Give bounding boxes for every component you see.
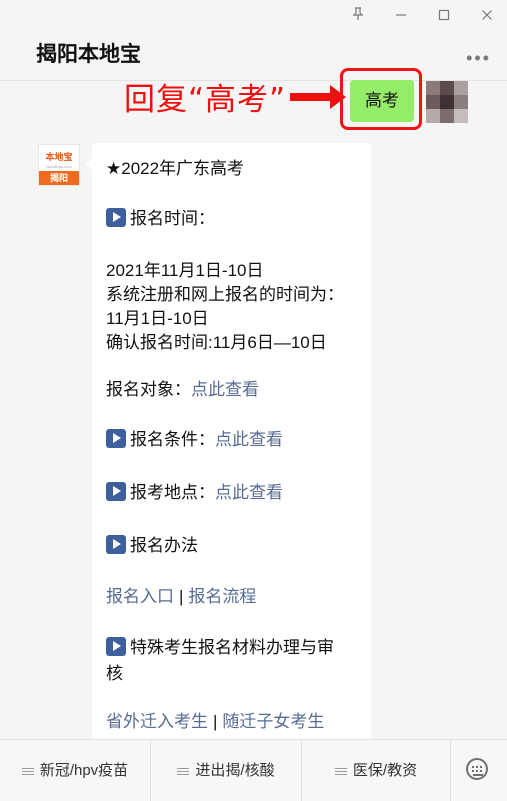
play-icon [106,535,126,554]
special-row: 特殊考生报名材料办理与审 [106,633,334,658]
method-row: 报名办法 [106,531,198,556]
message-title: ★2022年广东高考 [106,159,245,178]
menu-item-vaccine[interactable]: 新冠/hpv疫苗 [0,740,150,801]
minimize-icon[interactable] [390,6,412,28]
title-bar: 揭阳本地宝 ••• [0,0,507,80]
link-divider: | [213,712,218,731]
menu-list-icon [177,766,190,777]
play-icon [106,208,126,227]
flow-link[interactable]: 报名流程 [188,587,256,606]
children-link[interactable]: 随迁子女考生 [222,712,324,731]
reply-instruction-annotation: 回复“高考” [124,82,287,118]
user-avatar[interactable] [426,81,468,123]
menu-item-label: 新冠/hpv疫苗 [39,762,129,779]
bot-avatar[interactable]: 本地宝 Bendibao.com 揭阳 [38,144,80,186]
target-link[interactable]: 点此查看 [191,380,259,399]
maximize-icon[interactable] [433,6,455,28]
menu-item-travel[interactable]: 进出揭/核酸 [151,740,301,801]
place-row: 报考地点：点此查看 [106,478,283,503]
target-label: 报名对象： [106,380,191,399]
confirm-line: 确认报名时间:11月6日—10日 [106,333,327,352]
place-label: 报考地点： [130,483,215,502]
condition-label: 报名条件： [130,430,215,449]
target-row: 报名对象：点此查看 [106,375,259,400]
keyboard-icon[interactable] [466,758,488,780]
condition-link[interactable]: 点此查看 [215,430,283,449]
link-divider: | [179,587,184,606]
transfer-row: 省外迁入考生 | 随迁子女考生 [106,707,324,732]
play-icon [106,637,126,656]
menu-separator [450,740,451,801]
bot-city-label: 揭阳 [39,171,79,185]
reg-time-label: 报名时间： [130,209,215,228]
reg-date: 2021年11月1日-10日 [106,261,264,280]
menu-item-medical[interactable]: 医保/教资 [302,740,450,801]
menu-list-icon [21,766,34,777]
close-icon[interactable] [476,6,498,28]
menu-item-label: 医保/教资 [352,762,418,779]
method-label: 报名办法 [130,536,198,555]
online-label: 系统注册和网上报名的时间为： [106,285,344,304]
more-dots-icon[interactable]: ••• [466,48,491,69]
bot-message-bubble [92,143,371,763]
bot-logo-text: 本地宝 [45,153,73,163]
special-line2: 核 [106,664,123,683]
reg-time-heading: 报名时间： [106,204,215,229]
online-date: 11月1日-10日 [106,309,209,328]
play-icon [106,429,126,448]
pin-icon[interactable] [347,6,369,28]
bottom-menu-bar: 新冠/hpv疫苗 进出揭/核酸 医保/教资 [0,739,507,801]
condition-row: 报名条件：点此查看 [106,425,283,450]
special-line1: 特殊考生报名材料办理与审 [130,638,334,657]
user-message-bubble: 高考 [350,80,414,122]
bot-logo-subtext: Bendibao.com [46,164,72,169]
arrow-icon [290,85,346,109]
place-link[interactable]: 点此查看 [215,483,283,502]
play-icon [106,482,126,501]
menu-item-label: 进出揭/核酸 [195,762,275,779]
chat-title: 揭阳本地宝 [36,43,141,66]
entry-row: 报名入口 | 报名流程 [106,582,256,607]
out-province-link[interactable]: 省外迁入考生 [106,712,208,731]
entry-link[interactable]: 报名入口 [106,587,174,606]
menu-list-icon [334,766,347,777]
